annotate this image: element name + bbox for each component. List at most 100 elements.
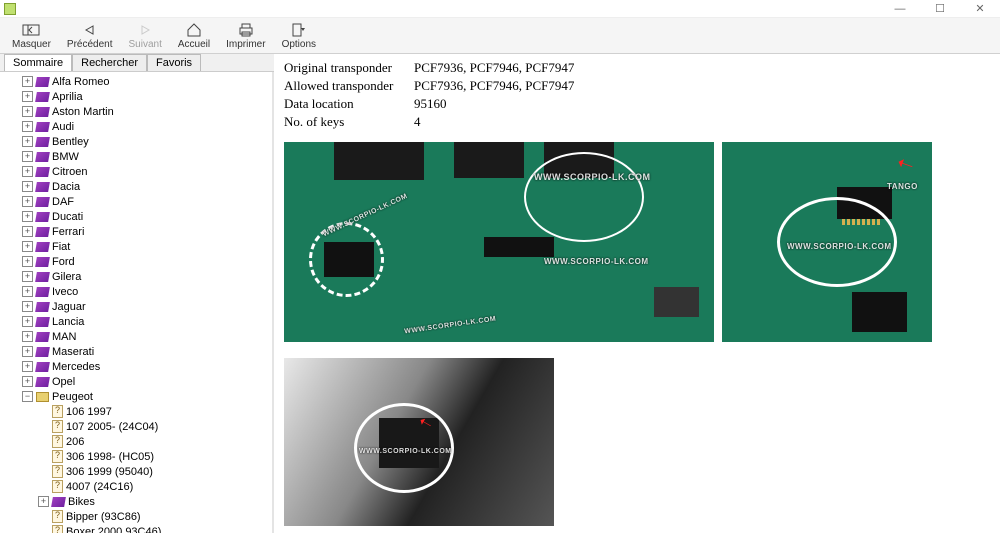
tree-brand[interactable]: +Aprilia [2,89,270,104]
brand-icon [35,107,50,117]
expand-icon[interactable]: + [22,136,33,147]
tree-item[interactable]: 206 [2,434,270,449]
tree-label: Bentley [52,136,89,148]
brand-icon [35,212,50,222]
expand-icon[interactable]: + [22,151,33,162]
options-icon [290,21,308,39]
expand-icon[interactable]: + [22,256,33,267]
expand-icon [38,481,49,492]
expand-icon[interactable]: + [22,226,33,237]
tree-label: Gilera [52,271,81,283]
hide-icon [22,21,40,39]
tree-label: Aston Martin [52,106,114,118]
expand-icon[interactable]: + [22,376,33,387]
tree-item[interactable]: 306 1999 (95040) [2,464,270,479]
expand-icon[interactable]: + [22,271,33,282]
page-icon [52,525,63,533]
expand-icon[interactable]: + [22,331,33,342]
home-icon [185,21,203,39]
expand-icon[interactable]: + [22,76,33,87]
home-button[interactable]: Accueil [170,20,218,51]
expand-icon[interactable]: + [22,211,33,222]
app-icon [4,3,16,15]
page-icon [52,465,63,478]
tree-item[interactable]: 4007 (24C16) [2,479,270,494]
tree-brand[interactable]: +Ferrari [2,224,270,239]
tree-label: Fiat [52,241,70,253]
sidebar-tabs: Sommaire Rechercher Favoris [0,54,274,72]
value-no-of-keys: 4 [414,114,421,130]
tab-search[interactable]: Rechercher [72,54,147,71]
tree-brand[interactable]: +DAF [2,194,270,209]
close-button[interactable]: ✕ [960,0,1000,18]
expand-icon[interactable]: + [22,106,33,117]
expand-icon[interactable]: + [22,241,33,252]
expand-icon[interactable]: + [22,346,33,357]
expand-icon[interactable]: + [22,166,33,177]
title-bar: — ☐ ✕ [0,0,1000,18]
previous-button[interactable]: Précédent [59,20,121,51]
tree-brand[interactable]: +Mercedes [2,359,270,374]
tree-brand[interactable]: +Ford [2,254,270,269]
tree-brand[interactable]: +BMW [2,149,270,164]
expand-icon[interactable]: + [22,121,33,132]
tree-item[interactable]: 106 1997 [2,404,270,419]
tree-brand[interactable]: +Lancia [2,314,270,329]
hide-button[interactable]: Masquer [4,20,59,51]
brand-icon [35,317,50,327]
expand-icon[interactable]: + [22,301,33,312]
page-icon [52,480,63,493]
brand-icon [35,227,50,237]
tree-item[interactable]: Bipper (93C86) [2,509,270,524]
brand-icon [35,77,50,87]
brand-icon [35,347,50,357]
page-icon [52,435,63,448]
arrow-right-icon [136,21,154,39]
expand-icon [38,436,49,447]
options-button[interactable]: Options [274,20,324,51]
expand-icon[interactable]: + [22,361,33,372]
tree-brand[interactable]: +Audi [2,119,270,134]
tab-summary[interactable]: Sommaire [4,54,72,71]
next-button: Suivant [121,20,170,51]
toolbar: Masquer Précédent Suivant Accueil Imprim… [0,18,1000,54]
tree-brand[interactable]: + Bentley [2,134,270,149]
tab-favorites[interactable]: Favoris [147,54,201,71]
brand-icon [35,167,50,177]
label-data-location: Data location [284,96,414,112]
tree-brand[interactable]: + Gilera [2,269,270,284]
tree-brand[interactable]: +Maserati [2,344,270,359]
tree-brand-expanded[interactable]: −Peugeot [2,389,270,404]
expand-icon[interactable]: − [22,391,33,402]
tree-brand[interactable]: +Dacia [2,179,270,194]
tree-brand[interactable]: +Ducati [2,209,270,224]
tree-brand[interactable]: +Citroen [2,164,270,179]
tree-brand[interactable]: + Fiat [2,239,270,254]
tree-item[interactable]: 107 2005- (24C04) [2,419,270,434]
print-button[interactable]: Imprimer [218,20,273,51]
tree-brand[interactable]: +Jaguar [2,299,270,314]
expand-icon [38,421,49,432]
tree-brand[interactable]: +MAN [2,329,270,344]
expand-icon[interactable]: + [22,181,33,192]
brand-icon [35,362,50,372]
tree-brand[interactable]: + Aston Martin [2,104,270,119]
expand-icon[interactable]: + [22,286,33,297]
tree-brand[interactable]: +Iveco [2,284,270,299]
tree-brand[interactable]: + Alfa Romeo [2,74,270,89]
tree-item[interactable]: Boxer 2000 93C46) [2,524,270,533]
expand-icon[interactable]: + [38,496,49,507]
brand-icon [35,182,50,192]
expand-icon[interactable]: + [22,316,33,327]
tree-brand[interactable]: +Opel [2,374,270,389]
expand-icon[interactable]: + [22,196,33,207]
minimize-button[interactable]: — [880,0,920,18]
tree-item[interactable]: 306 1998- (HC05) [2,449,270,464]
tree-panel[interactable]: +Alfa Romeo+Aprilia+Aston Martin+Audi+Be… [0,72,274,533]
tree-label: 306 1999 (95040) [66,466,153,478]
tree-label: Alfa Romeo [52,76,109,88]
maximize-button[interactable]: ☐ [920,0,960,18]
tree-bikes[interactable]: +Bikes [2,494,270,509]
expand-icon[interactable]: + [22,91,33,102]
page-icon [52,450,63,463]
